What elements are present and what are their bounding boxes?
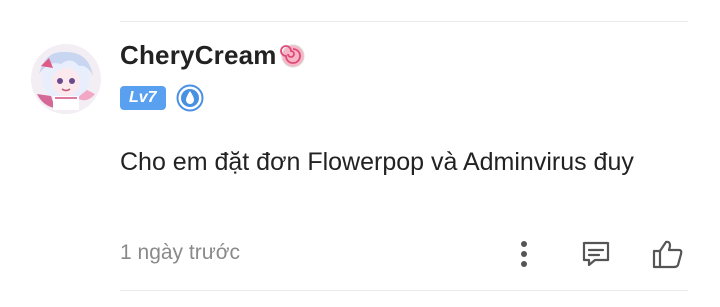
reply-button[interactable] bbox=[580, 239, 612, 269]
level-badge: Lv7 bbox=[120, 86, 166, 110]
lollipop-candy-icon bbox=[279, 43, 306, 69]
more-vertical-icon bbox=[521, 241, 527, 267]
comment-reply-icon bbox=[582, 241, 610, 267]
badge-row: Lv7 bbox=[120, 84, 204, 112]
like-button[interactable] bbox=[652, 239, 684, 269]
thumbs-up-icon bbox=[652, 240, 683, 269]
more-options-button[interactable] bbox=[508, 239, 540, 269]
comment-footer: 1 ngày trước bbox=[120, 239, 688, 269]
timestamp: 1 ngày trước bbox=[120, 241, 241, 264]
top-divider bbox=[120, 21, 688, 22]
avatar[interactable] bbox=[31, 44, 101, 114]
username-row: CheryCream bbox=[120, 40, 306, 71]
username[interactable]: CheryCream bbox=[120, 40, 277, 71]
bottom-divider bbox=[120, 290, 688, 291]
comment-text: Cho em đặt đơn Flowerpop và Adminvirus đ… bbox=[120, 148, 634, 176]
blue-drop-badge-icon bbox=[176, 84, 204, 112]
